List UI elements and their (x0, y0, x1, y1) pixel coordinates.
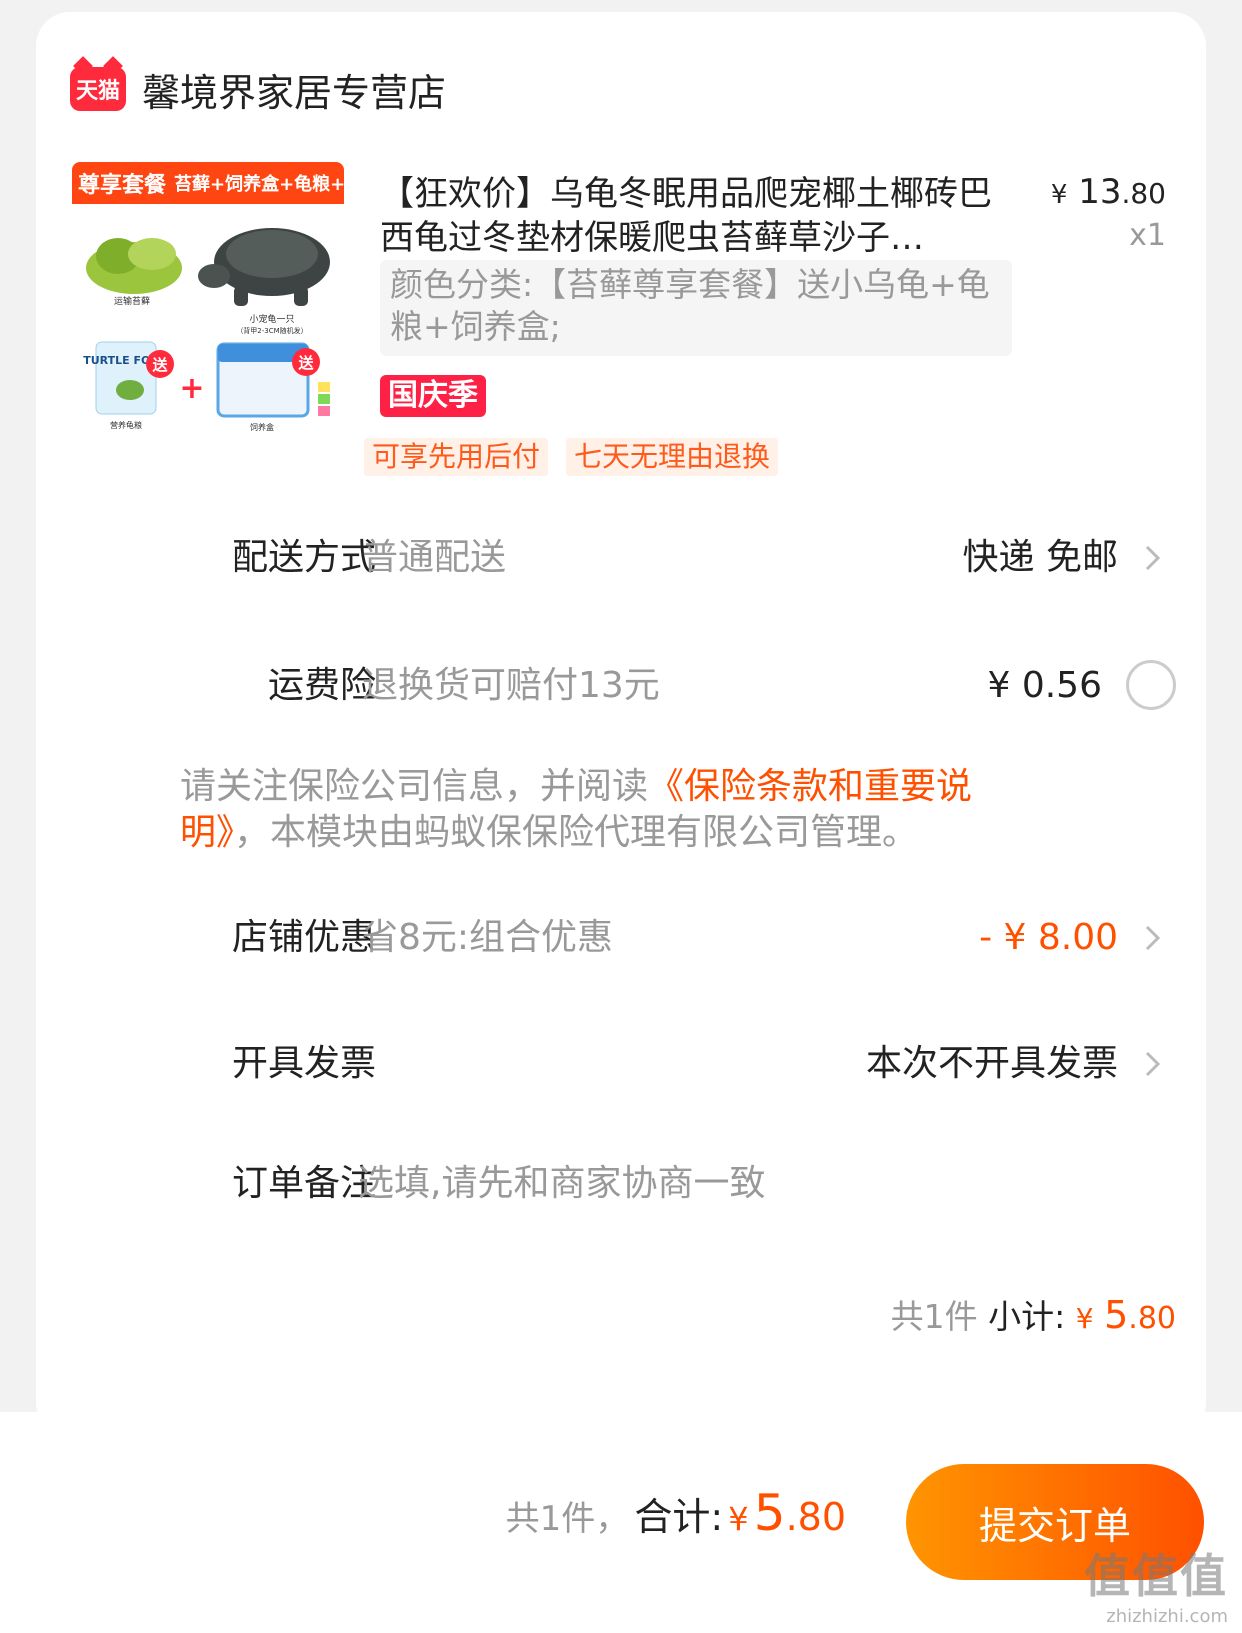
insurance-label: 运费险 (267, 665, 376, 706)
food-label: 营养龟粮 (110, 420, 142, 430)
delivery-label: 配送方式 (231, 537, 376, 578)
shipping-insurance-row[interactable]: 运费险 退换货可赔付13元 ¥ 0.56 (36, 656, 1206, 716)
watermark: 值值值 zhizhizhi.com (1084, 1549, 1228, 1627)
discount-desc: 省8元:组合优惠 (362, 917, 614, 958)
gift-label-food: 送 (151, 356, 168, 374)
gift-label-box: 送 (297, 354, 314, 372)
insurance-radio[interactable] (1126, 660, 1176, 710)
sku-selector[interactable]: 颜色分类:【苔藓尊享套餐】送小乌龟+龟粮+饲养盒; (380, 260, 1012, 356)
store-discount-row[interactable]: 店铺优惠 省8元:组合优惠 - ¥ 8.00 (36, 908, 1206, 968)
delivery-desc: 普通配送 (362, 537, 507, 578)
shop-header[interactable]: 天猫 馨境界家居专营店 (70, 54, 446, 124)
invoice-value: 本次不开具发票 (865, 1043, 1118, 1084)
promo-badge: 国庆季 (380, 375, 486, 417)
tag-return: 七天无理由退换 (566, 438, 779, 476)
thumb-image: 运输苔藓 小宠龟一只 （背甲2-3CM随机发） TURTLE FOOD 送 营养… (72, 204, 344, 434)
chevron-right-icon (1145, 925, 1161, 951)
subtotal: 共1件 小计: ¥ 5.80 (890, 1293, 1176, 1337)
product-quantity: x1 (1129, 218, 1166, 253)
insurance-notice: 请关注保险公司信息，并阅读《保险条款和重要说明》，本模块由蚂蚁保保险代理有限公司… (180, 766, 973, 853)
box-label: 饲养盒 (250, 422, 274, 432)
turtle-label: 小宠龟一只 (249, 313, 294, 325)
chevron-right-icon (1145, 1051, 1161, 1077)
delivery-row[interactable]: 配送方式 普通配送 快递 免邮 (36, 528, 1206, 588)
delivery-value: 快递 免邮 (962, 537, 1118, 578)
order-remark-row[interactable]: 订单备注 选填,请先和商家协商一致 (36, 1154, 1206, 1214)
insurance-desc: 退换货可赔付13元 (362, 665, 660, 706)
subtotal-amount: ¥ 5.80 (1075, 1293, 1176, 1337)
product-title[interactable]: 【狂欢价】乌龟冬眠用品爬宠椰土椰砖巴西龟过冬垫材保暖爬虫苔藓草沙子… (380, 172, 996, 260)
insurance-price: ¥ 0.56 (987, 665, 1102, 706)
remark-label: 订单备注 (231, 1163, 376, 1204)
product-thumbnail[interactable]: 尊享套餐 苔藓+饲养盒+龟粮+小宠龟 运输苔藓 小宠龟一只 （背甲2-3CM随机… (72, 162, 344, 434)
plus-sign: + (179, 371, 204, 406)
remark-input[interactable]: 选填,请先和商家协商一致 (358, 1154, 765, 1214)
invoice-row[interactable]: 开具发票 本次不开具发票 (36, 1034, 1206, 1094)
tmall-logo: 天猫 (70, 67, 126, 111)
chevron-right-icon (1145, 545, 1161, 571)
thumb-banner: 尊享套餐 苔藓+饲养盒+龟粮+小宠龟 (72, 162, 344, 204)
product-price: ¥ 13.80 (1050, 172, 1166, 212)
bottom-bar: 共1件， 合计: ¥ 5.80 提交订单 值值值 zhizhizhi.com (0, 1412, 1242, 1633)
discount-value: - ¥ 8.00 (979, 917, 1118, 958)
moss-label: 运输苔藓 (114, 295, 150, 307)
order-total: 共1件， 合计: ¥ 5.80 (505, 1484, 846, 1542)
discount-label: 店铺优惠 (231, 917, 376, 958)
order-card: 天猫 馨境界家居专营店 尊享套餐 苔藓+饲养盒+龟粮+小宠龟 运输苔藓 小宠龟一… (36, 12, 1206, 1436)
shop-name[interactable]: 馨境界家居专营店 (142, 62, 446, 117)
tag-pay-later: 可享先用后付 (364, 438, 549, 476)
product-image-art: 运输苔藓 小宠龟一只 （背甲2-3CM随机发） TURTLE FOOD 送 营养… (83, 228, 330, 432)
turtle-note: （背甲2-3CM随机发） (236, 326, 307, 335)
invoice-label: 开具发票 (231, 1043, 376, 1084)
